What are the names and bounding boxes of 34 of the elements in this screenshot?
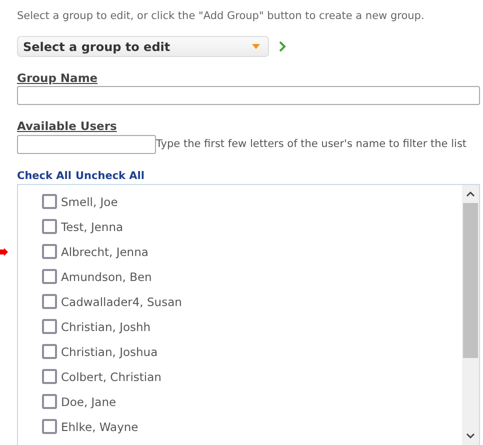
user-name: Albrecht, Jenna	[61, 244, 148, 258]
checkbox[interactable]	[42, 394, 57, 409]
field-label: Group Name	[17, 71, 98, 85]
checkbox[interactable]	[42, 219, 57, 234]
checkbox[interactable]	[42, 294, 57, 309]
user-name: Smell, Joe	[61, 194, 118, 208]
group-name-field[interactable]	[17, 86, 480, 105]
checkbox[interactable]	[42, 369, 57, 384]
group-dropdown[interactable]: Select a group to edit	[17, 36, 269, 57]
user-name: Test, Jenna	[61, 220, 124, 234]
checkbox[interactable]	[42, 244, 57, 259]
user-name: Doe, Jane	[61, 394, 116, 408]
user-filter-field[interactable]	[17, 135, 156, 154]
user-name: Amundson, Ben	[61, 270, 152, 284]
link[interactable]: Check All	[17, 170, 72, 182]
checkbox[interactable]	[42, 194, 57, 209]
user-name: Colbert, Christian	[61, 370, 162, 384]
link[interactable]: Uncheck All	[76, 170, 145, 182]
scroll-down-icon[interactable]	[466, 433, 475, 439]
user-name: Christian, Joshua	[61, 344, 158, 358]
user-name: Cadwallader4, Susan	[61, 294, 182, 308]
checkbox[interactable]	[42, 269, 57, 284]
user-name: Christian, Joshh	[61, 320, 151, 334]
field-label: Available Users	[17, 119, 117, 133]
user-name: Ehlke, Wayne	[61, 420, 138, 434]
checkbox[interactable]	[42, 419, 57, 434]
chevron-right-icon[interactable]	[279, 41, 286, 52]
checkbox[interactable]	[42, 344, 57, 359]
caret-icon	[252, 44, 260, 49]
scrollbar[interactable]	[462, 185, 479, 445]
checkbox[interactable]	[42, 319, 57, 334]
instruction-text: Select a group to edit, or click the "Add Group" button to create a new group.	[17, 9, 426, 24]
filter-hint: Type the first few letters of the user's name to filter the list	[156, 138, 467, 150]
scroll-up-icon[interactable]	[466, 191, 475, 197]
